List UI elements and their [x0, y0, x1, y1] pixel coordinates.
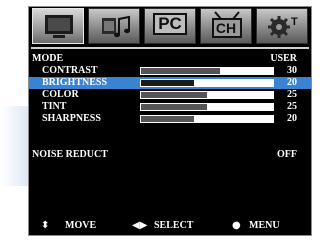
setting-row-color[interactable]: COLOR 25	[29, 89, 311, 101]
setting-value: 20	[287, 77, 297, 88]
side-glow	[0, 106, 28, 186]
pc-icon: PC	[153, 13, 187, 35]
level-fill	[141, 68, 221, 74]
setting-label: SHARPNESS	[42, 113, 101, 124]
footer-hints: ⬍ MOVE ◀▶ SELECT ● MENU	[29, 216, 311, 236]
tab-divider	[31, 47, 309, 49]
move-hint: MOVE	[65, 220, 97, 231]
svg-text:T: T	[291, 16, 298, 28]
menu-hint: MENU	[249, 220, 280, 231]
setting-row-brightness[interactable]: BRIGHTNESS 20	[29, 77, 311, 89]
tab-pc[interactable]: PC	[144, 8, 196, 44]
setting-label: TINT	[42, 101, 67, 112]
gear-icon: T	[268, 16, 298, 38]
mode-row[interactable]: MODE USER	[29, 53, 311, 65]
select-hint: SELECT	[154, 220, 194, 231]
level-fill	[141, 116, 194, 122]
menu-tabs: PC CH T	[29, 7, 311, 53]
level-slider[interactable]	[140, 67, 274, 75]
setting-label: CONTRAST	[42, 65, 98, 76]
noise-reduct-label: NOISE REDUCT	[32, 149, 108, 160]
osd-menu: PC CH T MODE USER CONTRAST 30 BRIGHTNESS…	[28, 6, 312, 236]
noise-reduct-value: OFF	[277, 149, 297, 160]
level-fill	[141, 80, 194, 86]
menu-dot-icon: ●	[232, 220, 241, 231]
level-fill	[141, 92, 207, 98]
setting-label: BRIGHTNESS	[42, 77, 108, 88]
level-slider[interactable]	[140, 115, 274, 123]
setting-label: COLOR	[42, 89, 79, 100]
tab-sound[interactable]	[88, 8, 140, 44]
level-slider[interactable]	[140, 91, 274, 99]
channel-label: CH	[215, 20, 237, 36]
setting-row-sharpness[interactable]: SHARPNESS 20	[29, 113, 311, 125]
setting-row-tint[interactable]: TINT 25	[29, 101, 311, 113]
up-down-arrow-icon: ⬍	[41, 220, 50, 231]
setting-value: 30	[287, 65, 297, 76]
left-right-arrow-icon: ◀▶	[132, 220, 148, 231]
setting-value: 25	[287, 89, 297, 100]
setting-value: 25	[287, 101, 297, 112]
tab-channel[interactable]: CH	[200, 8, 252, 44]
mode-label: MODE	[32, 53, 64, 64]
tab-setup[interactable]: T	[256, 8, 308, 44]
tv-icon	[45, 15, 73, 38]
tab-picture[interactable]	[32, 8, 84, 44]
setting-value: 20	[287, 113, 297, 124]
setting-row-contrast[interactable]: CONTRAST 30	[29, 65, 311, 77]
music-notes-icon	[102, 15, 130, 38]
level-slider[interactable]	[140, 79, 274, 87]
level-slider[interactable]	[140, 103, 274, 111]
noise-reduct-row[interactable]: NOISE REDUCT OFF	[29, 149, 311, 161]
mode-value: USER	[270, 53, 297, 64]
level-fill	[141, 104, 207, 110]
